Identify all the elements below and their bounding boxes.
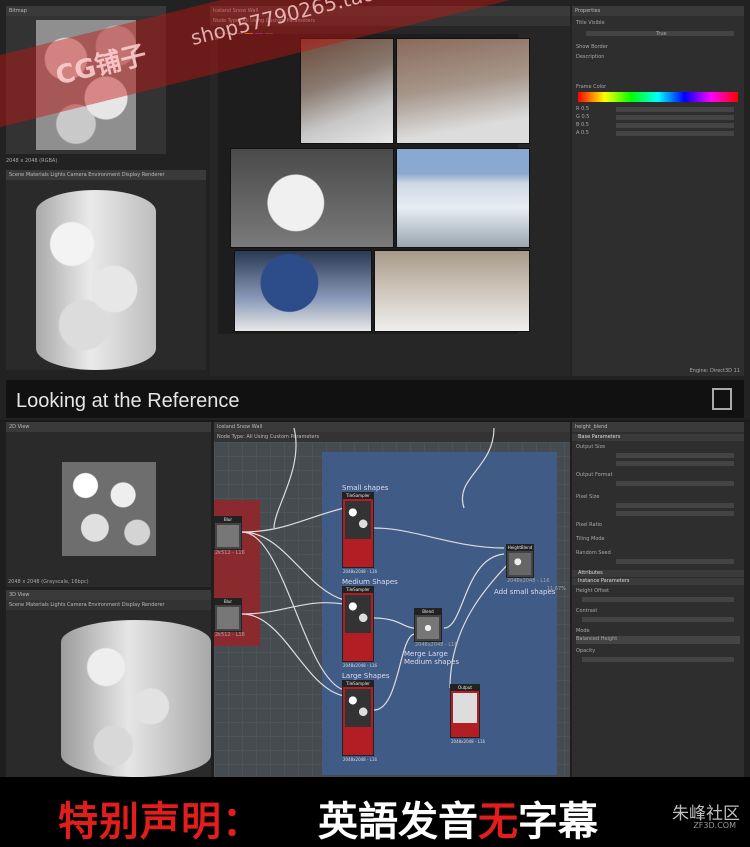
2d-view-panel: 2D View 2048 x 2048 (Grayscale, 16bpc)	[6, 422, 211, 587]
node-wires	[241, 428, 515, 711]
medium-shapes-node-res: 2048x2048 - L16	[343, 663, 378, 668]
medium-shapes-node[interactable]: TileSampler 2048x2048 - L16	[342, 586, 377, 668]
graph-panel: Iceland Snow Wall Node Type: All Using C…	[210, 6, 570, 376]
color-b-label: B 0.5	[576, 122, 589, 128]
opacity-slider[interactable]	[576, 656, 740, 664]
bitmap-view-title: Bitmap	[6, 6, 166, 16]
input-node-1-res: 2k512 - L16	[215, 550, 245, 556]
3d-view-panel: Scene Materials Lights Camera Environmen…	[6, 170, 206, 370]
prop-contrast: Contrast	[576, 608, 598, 614]
cracked-cylinder-preview	[61, 620, 211, 777]
color-g[interactable]: G 0.5	[576, 114, 740, 122]
color-a-label: A 0.5	[576, 130, 589, 136]
3d-view-menu-bottom[interactable]: Scene Materials Lights Camera Environmen…	[6, 600, 211, 610]
pixel-size-width[interactable]	[576, 502, 740, 510]
large-shapes-node[interactable]: TileSampler 2048x2048 - L16	[342, 680, 377, 762]
prop-height-offset: Height Offset	[576, 588, 610, 594]
add-small-node[interactable]: HeightBlend 2048x2048 - L16	[506, 544, 550, 584]
watermark-brand: CG铺子	[52, 40, 150, 92]
prop-opacity: Opacity	[576, 648, 596, 654]
output-size-height[interactable]	[576, 460, 740, 468]
output-size-width[interactable]	[576, 452, 740, 460]
3d-view-panel-bottom: 3D View Scene Materials Lights Camera En…	[6, 590, 211, 777]
contrast-slider[interactable]	[576, 616, 740, 624]
2d-view-info: 2048 x 2048 (Grayscale, 16bpc)	[8, 579, 89, 585]
large-shapes-node-res: 2048x2048 - L16	[343, 757, 378, 762]
community-site: ZF3D.COM	[693, 821, 736, 830]
prop-show-border: Show Border	[576, 44, 608, 50]
prop-output-format: Output Format	[576, 472, 613, 478]
notice-text-b: 字幕	[518, 799, 598, 845]
prop-pixel-size: Pixel Size	[576, 494, 600, 500]
merge-node-res: 2048x2048 - L16	[415, 642, 458, 648]
reference-photo-5	[234, 250, 372, 332]
prop-description: Description	[576, 54, 605, 60]
notice-text: 英語发音无字幕	[318, 789, 598, 847]
notice-text-red: 无	[478, 799, 518, 845]
output-node[interactable]: Output 2048x2048 - L16	[450, 684, 485, 744]
reference-photo-2	[396, 38, 530, 144]
output-format-field[interactable]	[576, 480, 740, 488]
color-a[interactable]: A 0.5	[576, 130, 740, 138]
reference-photo-3	[230, 148, 394, 248]
bottom-screen: 2D View 2048 x 2048 (Grayscale, 16bpc) 3…	[0, 422, 750, 777]
section-base-parameters[interactable]: Base Parameters	[572, 434, 744, 441]
properties-title-bottom: height_blend	[572, 422, 744, 432]
small-shapes-node-res: 2048x2048 - L16	[343, 569, 378, 574]
input-node-1[interactable]: Blur 2k512 - L16	[214, 516, 245, 556]
mode-value: Balanced Height	[576, 636, 618, 642]
prop-true-field[interactable]: True	[576, 30, 740, 38]
properties-title: Properties	[572, 6, 744, 16]
pixel-size-height[interactable]	[576, 510, 740, 518]
section-instance-parameters[interactable]: Instance Parameters	[572, 578, 744, 585]
video-caption-bar: Looking at the Reference	[6, 380, 744, 418]
properties-panel-bottom: height_blend Base Parameters Output Size…	[572, 422, 744, 777]
random-seed-field[interactable]	[576, 558, 740, 566]
graph-zoom[interactable]: 11.67%	[547, 586, 566, 592]
properties-panel: Properties Title Visible True Show Borde…	[572, 6, 744, 376]
color-b[interactable]: B 0.5	[576, 122, 740, 130]
video-caption: Looking at the Reference	[16, 390, 240, 412]
prop-random-seed: Random Seed	[576, 550, 611, 556]
height-texture-preview	[62, 462, 156, 556]
top-screen: Bitmap 2048 x 2048 (RGBA) Scene Material…	[0, 0, 750, 420]
2d-view-title: 2D View	[6, 422, 211, 432]
reference-photo-6	[374, 250, 530, 332]
prop-true-value: True	[656, 31, 667, 37]
engine-status: Engine: Direct3D 11	[689, 368, 740, 374]
reference-canvas	[218, 34, 530, 334]
height-offset-slider[interactable]	[576, 596, 740, 604]
prop-title-visible: Title Visible	[576, 20, 605, 26]
mode-dropdown[interactable]: Balanced Height	[576, 636, 740, 644]
merge-node[interactable]: Blend 2048x2048 - L16	[414, 608, 458, 648]
hue-color-strip[interactable]	[578, 92, 738, 102]
reference-photo-4	[396, 148, 530, 248]
prop-pixel-ratio: Pixel Ratio	[576, 522, 602, 528]
input-node-2-res: 2k512 - L16	[215, 632, 245, 638]
color-r[interactable]: R 0.5	[576, 106, 740, 114]
node-graph[interactable]: Iceland Snow Wall Node Type: All Using C…	[214, 422, 570, 777]
input-node-2[interactable]: Blur 2k512 - L16	[214, 598, 245, 638]
add-small-node-res: 2048x2048 - L16	[507, 578, 550, 584]
cube-logo-icon	[712, 388, 732, 410]
notice-text-a: 英語发音	[318, 799, 478, 845]
notice-label: 特别声明：	[58, 799, 263, 845]
reference-photo-1	[300, 38, 394, 144]
snow-cylinder-preview	[36, 190, 156, 370]
prop-mode: Mode	[576, 628, 590, 634]
3d-view-title-bottom: 3D View	[6, 590, 211, 600]
notice-bar: 特别声明： 英語发音无字幕 朱峰社区 ZF3D.COM	[0, 777, 750, 847]
3d-view-menu[interactable]: Scene Materials Lights Camera Environmen…	[6, 170, 206, 180]
small-shapes-node[interactable]: TileSampler 2048x2048 - L16	[342, 492, 377, 574]
output-node-res: 2048x2048 - L16	[451, 739, 486, 744]
prop-output-size: Output Size	[576, 444, 606, 450]
color-r-label: R 0.5	[576, 106, 590, 112]
bitmap-info: 2048 x 2048 (RGBA)	[6, 158, 58, 164]
section-attributes[interactable]: Attributes	[572, 570, 744, 577]
prop-tiling-mode: Tiling Mode	[576, 536, 605, 542]
prop-frame-color: Frame Color	[576, 84, 607, 90]
color-g-label: G 0.5	[576, 114, 590, 120]
